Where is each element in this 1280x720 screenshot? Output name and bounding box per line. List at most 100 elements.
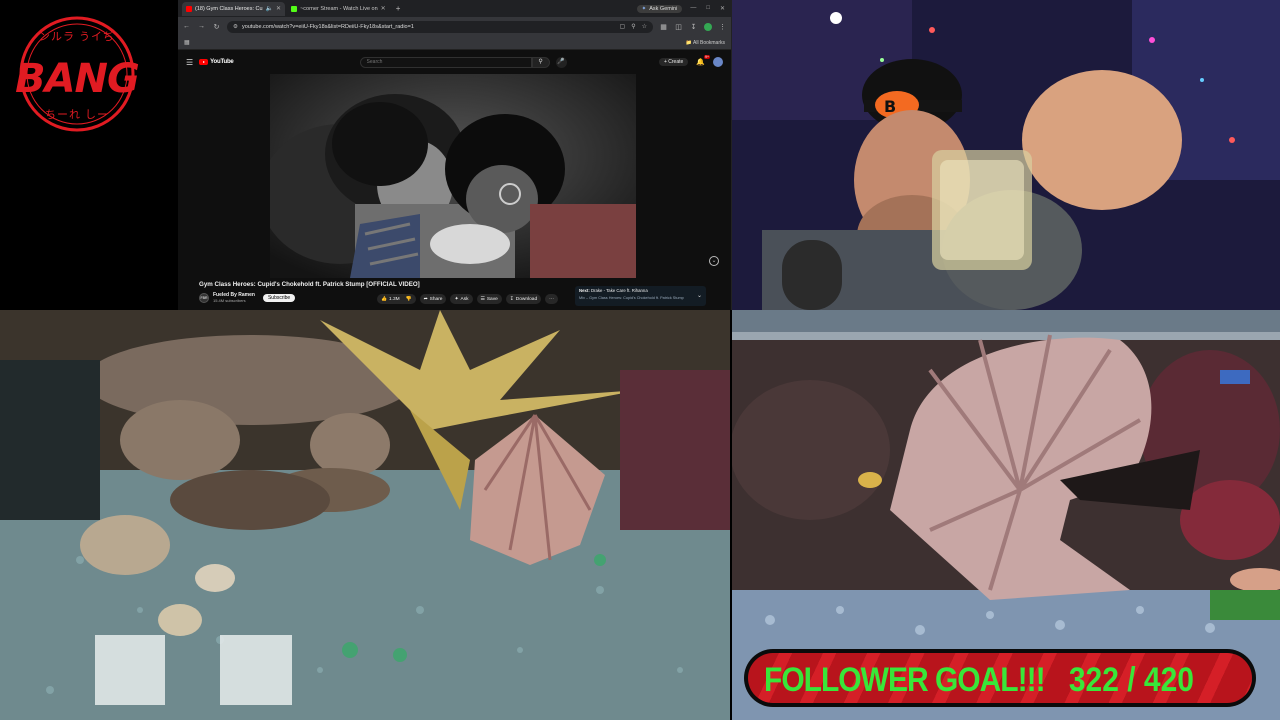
sparkle-icon: ✦ [454, 296, 459, 302]
webcam-image: B [732, 0, 1280, 310]
subscriber-count: 15.4M subscribers [213, 298, 246, 303]
logo-top-text: ンルラ うイぢ [38, 31, 116, 43]
channel-avatar[interactable]: FBR [199, 292, 209, 303]
install-icon[interactable]: ▢ [620, 23, 626, 30]
maximize-icon[interactable]: □ [706, 5, 710, 12]
all-bookmarks-link[interactable]: 📁 All Bookmarks [686, 40, 725, 46]
gemini-label: Ask Gemini [649, 5, 678, 12]
video-actions: 👍 1.3M 👎 ➦ Share ✦ Ask ☰ Save ↧ Download… [377, 294, 558, 304]
video-frame-image [270, 74, 636, 278]
channel-meta: Fueled By Ramen 15.4M subscribers [213, 292, 255, 303]
follower-goal-bar: FOLLOWER GOAL!!! 322 / 420 [744, 649, 1256, 707]
close-tab-icon[interactable]: ✕ [381, 5, 386, 12]
search-icon[interactable]: ⚲ [531, 56, 550, 68]
ask-gemini-button[interactable]: ✦ Ask Gemini [636, 4, 683, 13]
close-window-icon[interactable]: ✕ [720, 5, 725, 12]
folder-icon: 📁 [685, 39, 692, 46]
aquarium-left-image [0, 310, 730, 720]
download-label: Download [515, 296, 538, 302]
webcam-feed: B [732, 0, 1280, 310]
browser-window: (18) Gym Class Heroes: Cu 🔈 ✕ ~corner St… [178, 0, 732, 312]
new-tab-button[interactable]: + [392, 4, 405, 13]
youtube-logo-text: YouTube [210, 59, 234, 65]
logo-text: BANG [15, 56, 140, 102]
like-button[interactable]: 👍 1.3M 👎 [377, 294, 416, 304]
profile-avatar[interactable] [704, 22, 712, 31]
notification-count: 9+ [704, 55, 710, 59]
tab-youtube[interactable]: (18) Gym Class Heroes: Cu 🔈 ✕ [182, 1, 286, 16]
notifications-bell-icon[interactable]: 🔔 9+ [696, 55, 710, 66]
tab-label: (18) Gym Class Heroes: Cu [195, 5, 263, 12]
zoom-icon[interactable]: ⚲ [631, 23, 635, 30]
minimize-icon[interactable]: — [690, 5, 696, 12]
create-button[interactable]: + Create [658, 58, 689, 66]
bookmarks-bar: ▦ 📁 All Bookmarks [178, 36, 731, 50]
youtube-play-icon [199, 59, 209, 65]
speaker-icon: 🔈 [265, 6, 274, 12]
bang-logo: ンルラ うイぢ BANG ちーれ しー [14, 14, 140, 134]
youtube-logo[interactable]: YouTube [199, 59, 234, 65]
ask-label: Ask [460, 296, 469, 302]
share-icon: ➦ [423, 296, 428, 302]
subscribe-button[interactable]: Subscribe [262, 293, 296, 302]
next-mix: Mix – Gym Class Heroes: Cupid's Chokehol… [579, 296, 684, 300]
omnibox-icons: ▢ ⚲ ☆ [620, 23, 647, 30]
save-label: Save [486, 296, 498, 302]
video-player[interactable] [270, 74, 636, 278]
apps-grid-icon[interactable]: ▦ [184, 39, 190, 46]
all-bookmarks-label: All Bookmarks [693, 39, 725, 46]
channel-logo-panel: ンルラ うイぢ BANG ちーれ しー [0, 0, 178, 310]
follower-goal-count: 322 / 420 [1068, 661, 1194, 699]
thumbs-up-icon: 👍 [381, 296, 387, 302]
save-button[interactable]: ☰ Save [476, 294, 502, 304]
video-title: Gym Class Heroes: Cupid's Chokehold ft. … [199, 281, 420, 288]
save-icon: ☰ [480, 296, 485, 302]
tab-strip: (18) Gym Class Heroes: Cu 🔈 ✕ ~corner St… [178, 0, 731, 17]
chevron-down-icon[interactable]: ⌄ [697, 292, 702, 299]
back-icon[interactable]: ← [182, 23, 191, 30]
aquarium-left-feed [0, 310, 730, 720]
download-icon: ↧ [509, 296, 514, 302]
download-icon[interactable]: ↧ [689, 23, 698, 31]
ask-button[interactable]: ✦ Ask [450, 294, 473, 304]
like-count: 1.3M [388, 296, 400, 302]
url-text: youtube.com/watch?v=eiiU-Fky18s&list=RDe… [241, 23, 414, 30]
tab-label: ~corner Stream - Watch Live on [300, 5, 378, 12]
reload-icon[interactable]: ↻ [212, 23, 221, 31]
gemini-star-icon: ✦ [641, 5, 647, 12]
thumbs-down-icon[interactable]: 👎 [406, 297, 412, 302]
microphone-icon[interactable]: 🎤 [555, 56, 567, 68]
follower-goal-fill: FOLLOWER GOAL!!! 322 / 420 [748, 653, 1252, 703]
forward-icon[interactable]: → [197, 23, 206, 30]
youtube-header-right: + Create 🔔 9+ [658, 55, 723, 67]
share-label: Share [429, 296, 443, 302]
browser-menu-icon[interactable]: ⋮ [718, 23, 727, 31]
extensions-icon[interactable]: ▦ [659, 23, 668, 31]
follower-goal-label: FOLLOWER GOAL!!! [764, 661, 1046, 699]
player-overlay-icon[interactable]: ⌄ [709, 256, 719, 266]
sidepanel-icon[interactable]: ◫ [674, 23, 683, 31]
panel-divider [730, 310, 732, 720]
up-next-card[interactable]: Next: Drake - Take Care ft. Rihanna Mix … [575, 286, 706, 306]
logo-bottom-text: ちーれ しー [44, 109, 110, 121]
kick-favicon-icon [291, 5, 298, 12]
address-bar[interactable]: ⚙ youtube.com/watch?v=eiiU-Fky18s&list=R… [227, 20, 653, 33]
next-song: Drake - Take Care ft. Rihanna [590, 288, 648, 293]
site-info-icon[interactable]: ⚙ [233, 24, 238, 30]
next-label: Next: [579, 288, 590, 293]
account-avatar[interactable] [713, 57, 723, 67]
close-tab-icon[interactable]: ✕ [276, 5, 281, 12]
bookmark-star-icon[interactable]: ☆ [642, 23, 647, 30]
hamburger-menu-icon[interactable]: ☰ [186, 58, 193, 67]
tab-kick[interactable]: ~corner Stream - Watch Live on ✕ [287, 2, 390, 16]
next-line: Next: Drake - Take Care ft. Rihanna [579, 288, 702, 293]
youtube-header: ☰ YouTube ⚲ 🎤 + Create 🔔9+ [178, 50, 731, 74]
channel-row: FBR Fueled By Ramen 15.4M subscribers Su… [199, 292, 296, 303]
window-controls: — □ ✕ [690, 5, 731, 12]
download-button[interactable]: ↧ Download [505, 294, 542, 304]
youtube-search-input[interactable] [359, 56, 532, 68]
more-actions-button[interactable]: ··· [545, 294, 558, 304]
svg-text:B: B [884, 97, 896, 116]
share-button[interactable]: ➦ Share [419, 294, 447, 304]
stream-layout: ンルラ うイぢ BANG ちーれ しー (18) Gym Class Heroe… [0, 0, 1280, 720]
